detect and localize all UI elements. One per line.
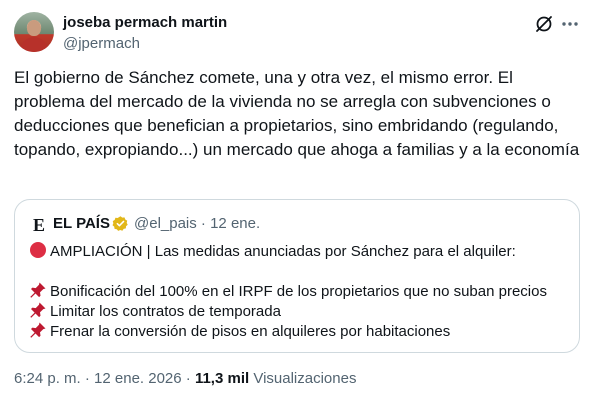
quoted-item-2: Limitar los contratos de temporada (29, 301, 281, 322)
quoted-item-text: Frenar la conversión de pisos en alquile… (50, 323, 451, 340)
grok-icon[interactable] (534, 14, 554, 34)
tweet-text: El gobierno de Sánchez comete, una y otr… (14, 68, 580, 159)
quoted-item-text: Bonificación del 100% en el IRPF de los … (50, 283, 547, 300)
red-circle-icon (30, 242, 46, 258)
el-pais-logo: E (33, 215, 46, 235)
tweet-metadata: 6:24 p. m. · 12 ene. 2026 · 11,3 mil Vis… (14, 370, 356, 387)
verified-gold-badge-icon (112, 216, 128, 231)
pushpin-icon (30, 302, 46, 318)
views-label: Visualizaciones (249, 370, 357, 387)
views-count: 11,3 mil (194, 370, 250, 387)
tweet-timestamp[interactable]: 6:24 p. m. · 12 ene. 2026 · (14, 370, 195, 387)
author-name[interactable]: joseba permach martin (63, 14, 227, 31)
quoted-headline: AMPLIACIÓN | Las medidas anunciadas por … (50, 243, 516, 260)
quoted-item-1: Bonificación del 100% en el IRPF de los … (29, 281, 547, 302)
quoted-item-text: Limitar los contratos de temporada (50, 303, 281, 320)
pushpin-icon (30, 322, 46, 338)
author-avatar[interactable] (14, 12, 54, 52)
quoted-tweet-card[interactable]: E EL PAÍS @el_pais · 12 ene. AMPLIACIÓN … (14, 199, 580, 353)
quoted-author-name[interactable]: EL PAÍS (53, 215, 110, 232)
author-handle[interactable]: @jpermach (63, 35, 140, 52)
more-options-icon[interactable] (560, 14, 580, 34)
quoted-handle-date: @el_pais · 12 ene. (134, 215, 261, 232)
quoted-item-3: Frenar la conversión de pisos en alquile… (29, 321, 450, 342)
avatar-body-shape (20, 37, 48, 52)
quoted-headline-line: AMPLIACIÓN | Las medidas anunciadas por … (29, 241, 516, 262)
pushpin-icon (30, 282, 46, 298)
avatar-head-shape (27, 20, 41, 36)
